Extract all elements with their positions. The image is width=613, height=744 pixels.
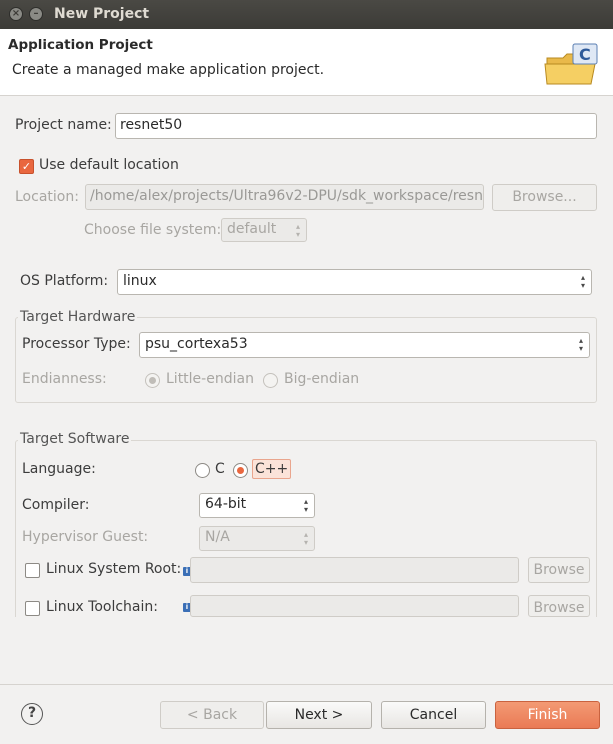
- compiler-value: 64-bit: [205, 496, 247, 512]
- title-bar: × – New Project: [0, 0, 613, 29]
- file-system-label: Choose file system:: [84, 222, 222, 238]
- target-hardware-title: Target Hardware: [18, 309, 138, 325]
- language-cpp-label[interactable]: C++: [252, 459, 292, 479]
- spinner-icon: ▴ ▾: [303, 497, 308, 514]
- file-system-select[interactable]: default ▴ ▾: [221, 218, 307, 242]
- use-default-location-checkbox[interactable]: ✓: [19, 159, 34, 174]
- use-default-location-label[interactable]: Use default location: [39, 157, 179, 173]
- page-title: Application Project: [8, 37, 153, 53]
- footer-separator: [0, 684, 613, 685]
- scroll-clip: [0, 617, 613, 683]
- spinner-icon: ▴ ▾: [578, 336, 583, 353]
- language-c-label[interactable]: C: [215, 461, 225, 477]
- processor-type-select[interactable]: psu_cortexa53 ▴ ▾: [139, 332, 590, 358]
- os-platform-select[interactable]: linux ▴ ▾: [117, 269, 592, 295]
- c-folder-icon: C: [544, 43, 598, 85]
- location-browse-button[interactable]: Browse...: [492, 184, 597, 211]
- target-hardware-group: [15, 317, 597, 403]
- location-input[interactable]: /home/alex/projects/Ultra96v2-DPU/sdk_wo…: [85, 184, 484, 210]
- next-button[interactable]: Next >: [266, 701, 372, 729]
- hypervisor-guest-value: N/A: [205, 529, 230, 545]
- location-label: Location:: [15, 189, 79, 205]
- project-name-input[interactable]: resnet50: [115, 113, 597, 139]
- linux-system-root-checkbox[interactable]: [25, 563, 40, 578]
- linux-toolchain-input[interactable]: [190, 595, 519, 617]
- cancel-button[interactable]: Cancel: [381, 701, 486, 729]
- linux-system-root-browse-button[interactable]: Browse: [528, 557, 590, 583]
- little-endian-label: Little-endian: [166, 371, 254, 387]
- linux-toolchain-browse-button[interactable]: Browse: [528, 595, 590, 617]
- finish-button[interactable]: Finish: [495, 701, 600, 729]
- help-icon[interactable]: ?: [21, 703, 43, 725]
- big-endian-label: Big-endian: [284, 371, 360, 387]
- hypervisor-guest-select[interactable]: N/A ▴ ▾: [199, 526, 315, 551]
- little-endian-radio[interactable]: [145, 373, 160, 388]
- compiler-select[interactable]: 64-bit ▴ ▾: [199, 493, 315, 518]
- file-system-value: default: [227, 221, 277, 237]
- os-platform-label: OS Platform:: [20, 273, 109, 289]
- linux-toolchain-label[interactable]: Linux Toolchain:: [46, 599, 158, 615]
- wizard-header: Application Project Create a managed mak…: [0, 29, 613, 96]
- back-button[interactable]: < Back: [160, 701, 264, 729]
- compiler-label: Compiler:: [22, 497, 90, 513]
- close-icon[interactable]: ×: [9, 7, 23, 21]
- page-description: Create a managed make application projec…: [12, 62, 325, 78]
- linux-system-root-input[interactable]: [190, 557, 519, 583]
- svg-text:C: C: [579, 45, 591, 64]
- processor-type-label: Processor Type:: [22, 336, 131, 352]
- minimize-icon[interactable]: –: [29, 7, 43, 21]
- project-name-label: Project name:: [15, 117, 112, 133]
- language-c-radio[interactable]: [195, 463, 210, 478]
- endianness-label: Endianness:: [22, 371, 107, 387]
- spinner-icon: ▴ ▾: [580, 273, 585, 290]
- linux-system-root-label[interactable]: Linux System Root:: [46, 561, 181, 577]
- linux-toolchain-checkbox[interactable]: [25, 601, 40, 616]
- hypervisor-guest-label: Hypervisor Guest:: [22, 529, 149, 545]
- target-software-title: Target Software: [18, 431, 132, 447]
- spinner-icon: ▴ ▾: [303, 530, 308, 547]
- processor-type-value: psu_cortexa53: [145, 336, 248, 352]
- spinner-icon: ▴ ▾: [295, 222, 300, 239]
- language-label: Language:: [22, 461, 96, 477]
- language-cpp-radio[interactable]: [233, 463, 248, 478]
- window-title: New Project: [54, 6, 150, 22]
- big-endian-radio[interactable]: [263, 373, 278, 388]
- os-platform-value: linux: [123, 273, 157, 289]
